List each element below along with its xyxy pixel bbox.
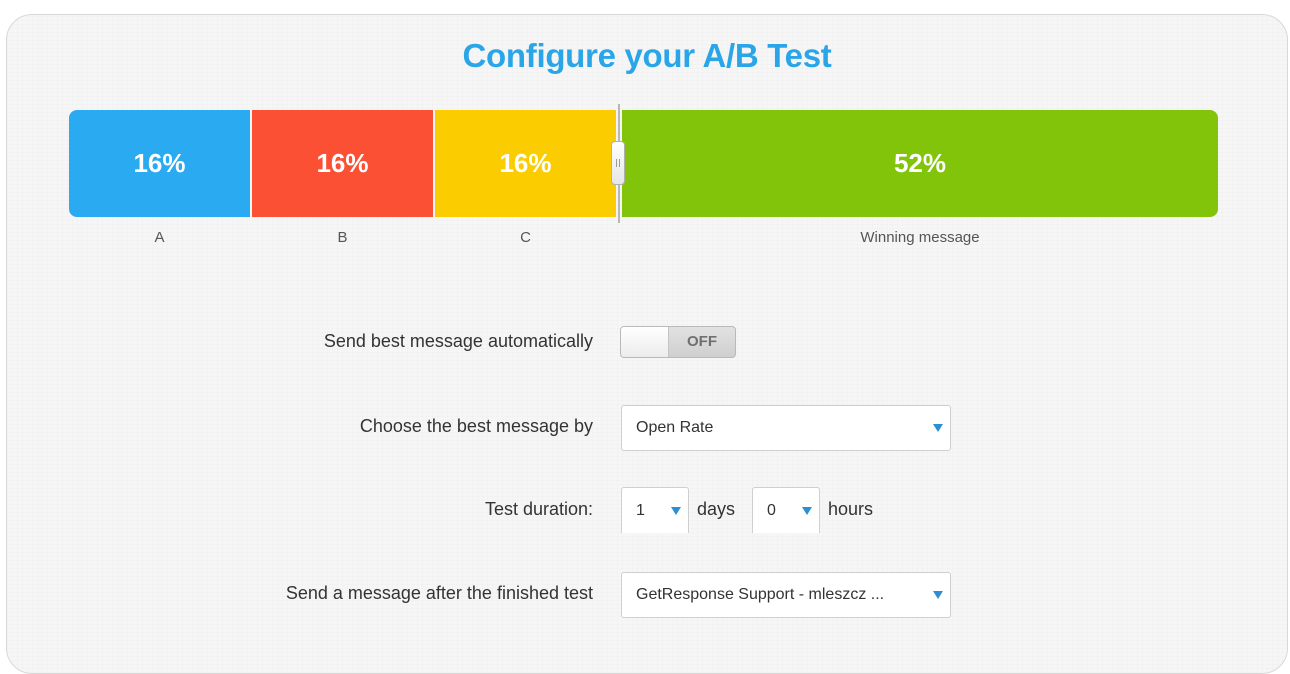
drag-handle-icon: [616, 159, 620, 167]
triangle-down-icon: [671, 506, 681, 515]
split-percent-winning: 52%: [893, 148, 947, 178]
best-by-select[interactable]: Open Rate: [621, 405, 951, 451]
duration-label: Test duration:: [484, 499, 593, 519]
triangle-down-icon: [933, 591, 943, 599]
split-segment-a: 16%: [69, 110, 250, 217]
split-label-a: A: [154, 229, 165, 246]
page-title: Configure your A/B Test: [462, 37, 832, 74]
after-test-label: Send a message after the finished test: [285, 583, 593, 603]
duration-days-unit: days: [697, 499, 736, 519]
best-by-label: Choose the best message by: [359, 416, 593, 436]
best-by-value: Open Rate: [636, 419, 714, 436]
split-label-winning: Winning message: [860, 229, 980, 246]
split-percent-c: 16%: [499, 148, 552, 178]
triangle-down-icon: [802, 506, 812, 515]
ab-test-config-panel: Configure your A/B Test 16% 16% 16% 52% …: [6, 14, 1288, 674]
after-test-value: GetResponse Support - mleszcz ...: [636, 586, 885, 603]
after-test-select[interactable]: GetResponse Support - mleszcz ...: [621, 572, 951, 618]
duration-hours-select[interactable]: 0: [752, 487, 820, 533]
duration-days-value: 1: [636, 501, 645, 519]
split-percent-b: 16%: [316, 148, 369, 178]
toggle-state-text: OFF: [687, 333, 717, 350]
split-label-c: C: [520, 229, 531, 246]
split-segment-c: 16%: [435, 110, 616, 217]
duration-hours-unit: hours: [828, 499, 874, 519]
split-segment-winning: 52%: [622, 110, 1218, 217]
duration-hours-value: 0: [767, 501, 776, 519]
toggle-knob: [621, 327, 669, 357]
triangle-down-icon: [933, 424, 943, 432]
auto-send-label: Send best message automatically: [323, 331, 593, 351]
split-percent-a: 16%: [133, 148, 186, 178]
split-bar: 16% 16% 16% 52%: [69, 104, 1218, 223]
split-drag-handle[interactable]: [611, 141, 625, 185]
split-segment-b: 16%: [252, 110, 433, 217]
split-label-b: B: [337, 229, 348, 246]
auto-send-toggle[interactable]: OFF: [620, 326, 736, 358]
duration-days-select[interactable]: 1: [621, 487, 689, 533]
